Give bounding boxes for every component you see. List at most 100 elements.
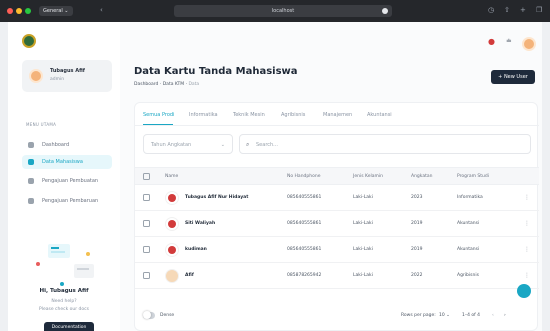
settings-fab-icon[interactable] bbox=[517, 284, 531, 298]
history-icon[interactable]: ◷ bbox=[488, 6, 494, 14]
address-bar[interactable]: localhost bbox=[174, 5, 392, 17]
column-header-program[interactable]: Program Studi bbox=[457, 168, 489, 186]
url-text: localhost bbox=[271, 8, 295, 14]
search-placeholder: Search... bbox=[256, 142, 278, 148]
cell-gender: Laki-Laki bbox=[353, 273, 373, 278]
chevron-down-icon: ⌄ bbox=[220, 142, 225, 148]
cell-gender: Laki-Laki bbox=[353, 247, 373, 252]
document-icon bbox=[28, 178, 34, 184]
cell-name: kudiman bbox=[185, 247, 207, 252]
help-illustration bbox=[36, 244, 94, 286]
dense-label: Dense bbox=[160, 313, 175, 318]
maximize-window-icon[interactable] bbox=[25, 8, 31, 14]
browser-toolbar: General ⌄ ‹ localhost ◷ ⇧ + ❐ bbox=[0, 0, 550, 22]
greeting: Hi, Tubagus Afif bbox=[39, 288, 89, 294]
tab-agribisnis[interactable]: Agribisnis bbox=[281, 112, 305, 118]
table-row[interactable]: Tubagus Afif Nur Hidayat 085640555861 La… bbox=[135, 185, 539, 211]
table-row[interactable]: Afif 085878265942 Laki-Laki 2022 Agribis… bbox=[135, 263, 539, 289]
sidebar-item-dashboard[interactable]: Dashboard bbox=[22, 138, 112, 152]
page-title: Data Kartu Tanda Mahasiswa bbox=[134, 66, 298, 77]
breadcrumb-data-ktm[interactable]: Data KTM bbox=[163, 82, 184, 87]
row-menu-icon[interactable]: ⋮ bbox=[524, 211, 530, 237]
breadcrumb-dashboard[interactable]: Dashboard bbox=[134, 82, 158, 87]
previous-page-icon[interactable]: ‹ bbox=[492, 313, 494, 318]
year-select[interactable]: Tahun Angkatan ⌄ bbox=[143, 134, 233, 154]
cell-program: Akuntansi bbox=[457, 247, 480, 252]
user-card[interactable]: Tubagus Afif admin bbox=[22, 60, 112, 92]
select-all-checkbox[interactable] bbox=[143, 173, 150, 180]
column-header-name[interactable]: Name bbox=[165, 168, 178, 186]
cell-name: Afif bbox=[185, 273, 194, 278]
minimize-window-icon[interactable] bbox=[16, 8, 22, 14]
university-logo bbox=[22, 34, 36, 48]
new-user-label: New User bbox=[503, 74, 528, 80]
documentation-button[interactable]: Documentation bbox=[44, 322, 94, 331]
tabs-overview-icon[interactable]: ❐ bbox=[536, 6, 542, 14]
cell-phone: 085878265942 bbox=[287, 273, 322, 278]
tab-informatika[interactable]: Informatika bbox=[189, 112, 218, 118]
row-checkbox[interactable] bbox=[143, 246, 150, 253]
toggle-switch[interactable] bbox=[143, 311, 155, 319]
avatar bbox=[165, 191, 179, 205]
sidebar-item-label: Dashboard bbox=[42, 142, 70, 148]
sidebar-item-pengajuan-pembaruan[interactable]: Pengajuan Pembaruan bbox=[22, 194, 112, 208]
tab-manajemen[interactable]: Manajemen bbox=[323, 112, 352, 118]
grid-icon bbox=[28, 142, 34, 148]
cell-name: Siti Waliyah bbox=[185, 221, 216, 226]
sidebar: Tubagus Afif admin MENU UTAMA Dashboard … bbox=[8, 22, 120, 331]
row-menu-icon[interactable]: ⋮ bbox=[524, 237, 530, 263]
tab-group-label: General bbox=[43, 8, 63, 14]
back-icon[interactable]: ‹ bbox=[100, 6, 103, 14]
sidebar-item-pengajuan-pembuatan[interactable]: Pengajuan Pembuatan bbox=[22, 174, 112, 188]
help-text: Need help? bbox=[51, 299, 77, 304]
cell-year: 2022 bbox=[411, 273, 423, 278]
user-name: Tubagus Afif bbox=[50, 68, 85, 74]
document-icon bbox=[28, 198, 34, 204]
cell-year: 2019 bbox=[411, 247, 423, 252]
column-header-gender[interactable]: Jenis Kelamin bbox=[353, 168, 383, 186]
main-content: ● ≐ Data Kartu Tanda Mahasiswa Dashboard… bbox=[120, 22, 542, 331]
cell-gender: Laki-Laki bbox=[353, 221, 373, 226]
new-user-button[interactable]: + New User bbox=[491, 70, 535, 84]
tab-group-button[interactable]: General ⌄ bbox=[39, 6, 73, 16]
sidebar-item-label: Pengajuan Pembaruan bbox=[42, 198, 99, 204]
cell-program: Agribisnis bbox=[457, 273, 479, 278]
table-header: Name No Handphone Jenis Kelamin Angkatan… bbox=[135, 167, 539, 185]
row-checkbox[interactable] bbox=[143, 272, 150, 279]
next-page-icon[interactable]: › bbox=[504, 313, 506, 318]
help-subtext: Please check our docs bbox=[39, 307, 89, 312]
cell-gender: Laki-Laki bbox=[353, 195, 373, 200]
column-header-phone[interactable]: No Handphone bbox=[287, 168, 320, 186]
avatar bbox=[165, 243, 179, 257]
cell-phone: 085640555861 bbox=[287, 195, 322, 200]
cell-phone: 085640555861 bbox=[287, 221, 322, 226]
table-row[interactable]: Siti Waliyah 085640555861 Laki-Laki 2019… bbox=[135, 211, 539, 237]
close-window-icon[interactable] bbox=[7, 8, 13, 14]
year-select-placeholder: Tahun Angkatan bbox=[151, 142, 192, 148]
notification-icon[interactable]: ● bbox=[488, 37, 495, 46]
table-row[interactable]: kudiman 085640555861 Laki-Laki 2019 Akun… bbox=[135, 237, 539, 263]
sidebar-item-data-mahasiswa[interactable]: Data Mahasiswa bbox=[22, 155, 112, 169]
profile-avatar[interactable] bbox=[522, 37, 536, 51]
search-input[interactable]: ⌕ Search... bbox=[239, 134, 531, 154]
cell-phone: 085640555861 bbox=[287, 247, 322, 252]
row-checkbox[interactable] bbox=[143, 220, 150, 227]
tab-akuntansi[interactable]: Akuntansi bbox=[367, 112, 392, 118]
tab-semua-prodi[interactable]: Semua Prodi bbox=[143, 112, 174, 118]
row-menu-icon[interactable]: ⋮ bbox=[524, 185, 530, 211]
settings-icon[interactable]: ≐ bbox=[506, 37, 512, 45]
rows-per-page-label: Rows per page: bbox=[401, 313, 436, 318]
rows-per-page-select[interactable]: 10 ⌄ bbox=[439, 313, 450, 318]
user-icon bbox=[28, 159, 34, 165]
rows-per-page-value: 10 bbox=[439, 313, 445, 318]
site-settings-icon[interactable] bbox=[382, 8, 388, 14]
new-tab-icon[interactable]: + bbox=[520, 6, 526, 14]
column-header-year[interactable]: Angkatan bbox=[411, 168, 432, 186]
avatar bbox=[29, 69, 43, 83]
share-icon[interactable]: ⇧ bbox=[504, 6, 510, 14]
cell-name: Tubagus Afif Nur Hidayat bbox=[185, 195, 249, 200]
row-checkbox[interactable] bbox=[143, 194, 150, 201]
tab-teknik-mesin[interactable]: Teknik Mesin bbox=[233, 112, 265, 118]
breadcrumb: Dashboard · Data KTM · Data bbox=[134, 82, 200, 87]
divider bbox=[135, 125, 539, 126]
